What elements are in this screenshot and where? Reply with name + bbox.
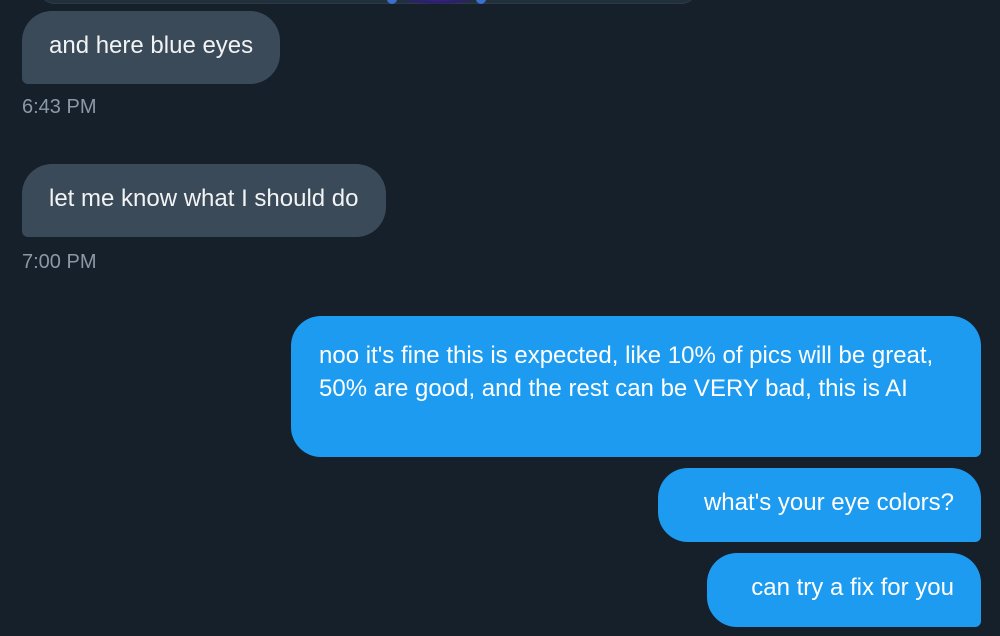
outgoing-message-bubble[interactable]: can try a fix for you [707,553,981,627]
image-content-detail [387,0,397,4]
shared-image-attachment[interactable] [38,0,698,4]
message-timestamp: 6:43 PM [22,96,97,118]
incoming-message-bubble[interactable]: and here blue eyes [22,11,281,84]
image-content-detail [476,0,486,4]
incoming-message-bubble[interactable]: let me know what I should do [22,164,386,237]
outgoing-message-bubble[interactable]: noo it's fine this is expected, like 10%… [291,316,981,457]
message-thread: and here blue eyes 6:43 PM let me know w… [0,0,1000,636]
outgoing-message-bubble[interactable]: what's your eye colors? [658,468,981,542]
image-content [393,0,483,4]
message-timestamp: 7:00 PM [22,251,97,273]
